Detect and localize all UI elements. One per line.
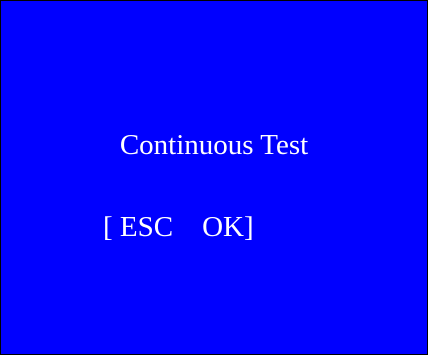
key-prompt: [ ESC OK]: [103, 207, 254, 247]
screen-title: Continuous Test: [119, 129, 309, 161]
ok-option[interactable]: OK: [202, 211, 244, 243]
lcd-screen: Continuous Test [ ESC OK]: [0, 0, 428, 355]
prompt-open-bracket: [: [103, 211, 120, 243]
esc-option[interactable]: ESC: [120, 211, 173, 243]
prompt-close-bracket: ]: [244, 211, 254, 243]
prompt-gap: [173, 211, 202, 243]
